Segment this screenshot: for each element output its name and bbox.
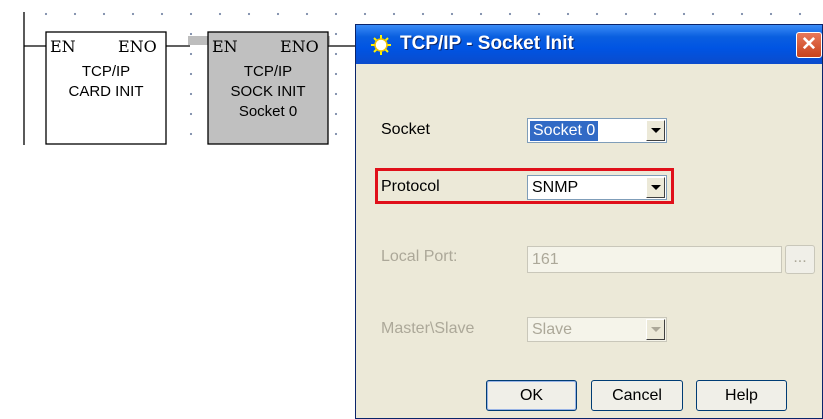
block-title-line: TCP/IP	[244, 63, 292, 80]
grid-dot	[595, 12, 599, 16]
grid-dot	[102, 12, 106, 16]
chevron-down-icon[interactable]	[646, 177, 665, 198]
grid-dot	[44, 12, 48, 16]
grid-dot	[334, 92, 338, 96]
grid-dot	[479, 12, 483, 16]
block-title-line: CARD INIT	[69, 83, 144, 100]
cancel-button[interactable]: Cancel	[591, 380, 683, 411]
chevron-down-icon[interactable]	[646, 120, 665, 141]
chevron-down-icon[interactable]	[646, 319, 665, 340]
block-title-line: Socket 0	[239, 103, 297, 120]
grid-dot	[740, 12, 744, 16]
grid-dot	[334, 72, 338, 76]
browse-button[interactable]: ...	[785, 245, 815, 274]
tcpip-card-init-block[interactable]: EN ENO TCP/IP CARD INIT	[45, 31, 167, 145]
grid-dot	[189, 92, 193, 96]
local-port-field[interactable]: 161	[527, 246, 782, 273]
grid-dot	[334, 32, 338, 36]
block-title-line: SOCK INIT	[230, 83, 305, 100]
local-port-label: Local Port:	[381, 248, 458, 265]
grid-dot	[276, 12, 280, 16]
grid-dot	[189, 112, 193, 116]
grid-dot	[218, 12, 222, 16]
grid-dot	[247, 12, 251, 16]
close-icon: ✕	[801, 34, 817, 55]
close-button[interactable]: ✕	[796, 32, 822, 58]
block-en-pin: EN	[212, 37, 238, 56]
protocol-label: Protocol	[381, 178, 440, 195]
grid-dot	[189, 12, 193, 16]
grid-dot	[131, 12, 135, 16]
grid-dot	[566, 12, 570, 16]
local-port-value: 161	[532, 251, 559, 268]
ok-button[interactable]: OK	[486, 380, 577, 411]
grid-dot	[363, 12, 367, 16]
dialog-title: TCP/IP - Socket Init	[400, 33, 574, 54]
help-button[interactable]: Help	[696, 380, 787, 411]
grid-dot	[682, 12, 686, 16]
grid-dot	[508, 12, 512, 16]
grid-dot	[798, 12, 802, 16]
grid-dot	[334, 132, 338, 136]
protocol-dropdown[interactable]: SNMP	[527, 175, 667, 200]
dialog-title-bar[interactable]: TCP/IP - Socket Init ✕	[356, 25, 822, 64]
block-eno-pin: ENO	[280, 37, 319, 56]
master-slave-value: Slave	[532, 321, 573, 338]
grid-dot	[537, 12, 541, 16]
grid-dot	[421, 12, 425, 16]
grid-dot	[189, 32, 193, 36]
grid-dot	[334, 12, 338, 16]
grid-dot	[450, 12, 454, 16]
grid-dot	[189, 72, 193, 76]
master-slave-dropdown[interactable]: Slave	[527, 317, 667, 342]
protocol-value: SNMP	[532, 179, 579, 196]
sun-icon	[371, 35, 391, 55]
tcpip-sock-init-block[interactable]: EN ENO TCP/IP SOCK INIT Socket 0	[188, 31, 330, 145]
grid-dot	[392, 12, 396, 16]
block-en-pin: EN	[50, 37, 76, 56]
grid-dot	[334, 52, 338, 56]
grid-dot	[160, 12, 164, 16]
grid-dot	[653, 12, 657, 16]
socket-value: Socket 0	[530, 121, 599, 141]
block-title-line: TCP/IP	[82, 63, 130, 80]
block-eno-pin: ENO	[118, 37, 157, 56]
master-slave-label: Master\Slave	[381, 320, 475, 337]
grid-dot	[189, 132, 193, 136]
grid-dot	[334, 112, 338, 116]
socket-label: Socket	[381, 121, 430, 138]
socket-dropdown[interactable]: Socket 0	[527, 118, 667, 143]
socket-init-dialog: TCP/IP - Socket Init ✕ Socket Socket 0 P…	[355, 24, 823, 419]
grid-dot	[73, 12, 77, 16]
grid-dot	[189, 52, 193, 56]
grid-dot	[711, 12, 715, 16]
grid-dot	[769, 12, 773, 16]
grid-dot	[305, 12, 309, 16]
grid-dot	[624, 12, 628, 16]
